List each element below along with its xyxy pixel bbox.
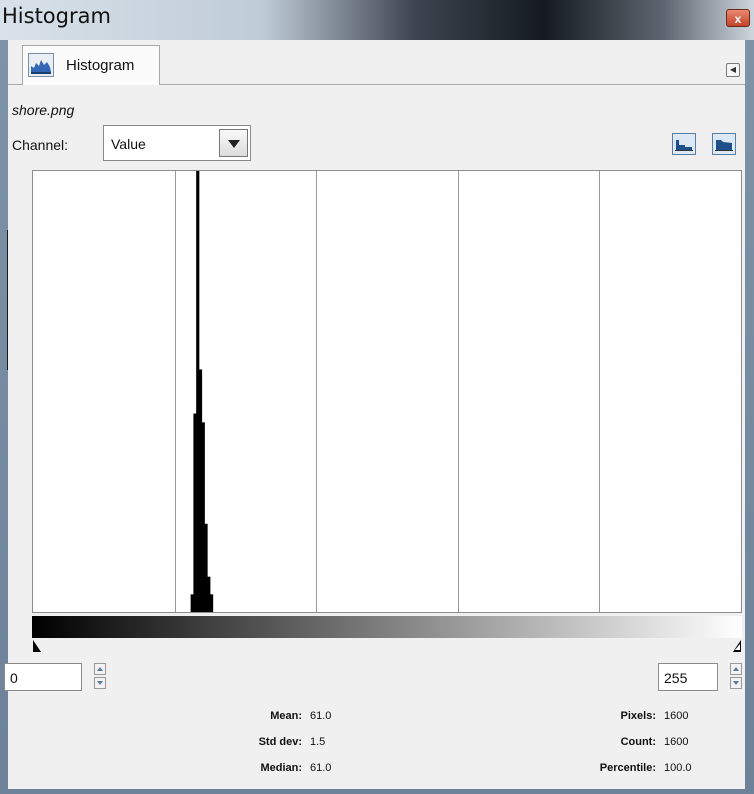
range-low-input[interactable]: 0 [4, 663, 82, 691]
image-name: shore.png [12, 102, 75, 118]
range-low-stepper[interactable] [94, 663, 108, 691]
decrement-icon[interactable] [730, 677, 742, 689]
median-label: Median: [260, 762, 302, 774]
logarithmic-histogram-button[interactable] [712, 133, 736, 155]
window-title: Histogram [2, 4, 111, 28]
range-high-stepper[interactable] [730, 663, 744, 691]
logarithmic-histogram-icon [715, 140, 733, 151]
close-icon: x [734, 12, 742, 26]
dialog-body: Histogram ◀ shore.png Channel: Value 0 2… [4, 40, 745, 789]
range-high-value: 255 [664, 670, 688, 686]
decrement-icon[interactable] [94, 677, 106, 689]
title-bar[interactable]: Histogram x [0, 0, 754, 40]
histogram-bar [210, 594, 214, 612]
histogram-chart [175, 171, 600, 612]
histogram-bar [198, 369, 203, 612]
histogram-window: Histogram x Histogram ◀ shore.png Channe… [0, 0, 754, 794]
linear-histogram-icon [675, 140, 693, 151]
increment-icon[interactable] [94, 663, 106, 675]
tab-histogram[interactable]: Histogram [22, 45, 160, 85]
low-range-slider-handle[interactable] [33, 640, 41, 652]
pixels-label: Pixels: [620, 710, 656, 722]
value-gradient-bar [32, 616, 742, 638]
tab-menu-button[interactable]: ◀ [726, 63, 740, 77]
range-high-input[interactable]: 255 [658, 663, 718, 691]
triangle-left-icon: ◀ [729, 65, 737, 74]
range-low-value: 0 [10, 670, 18, 686]
tab-gap [23, 84, 159, 85]
close-button[interactable]: x [726, 9, 750, 27]
linear-histogram-button[interactable] [672, 133, 696, 155]
histogram-bar [193, 413, 197, 612]
count-label: Count: [620, 736, 656, 748]
mean-value: 61.0 [310, 710, 332, 722]
channel-label: Channel: [12, 137, 69, 153]
histogram-icon [28, 53, 54, 77]
pixels-value: 1600 [664, 710, 689, 722]
channel-select[interactable]: Value [103, 125, 251, 161]
count-value: 1600 [664, 736, 689, 748]
percentile-value: 100.0 [664, 762, 692, 774]
std-dev-label: Std dev: [258, 736, 302, 748]
histogram-bar [204, 523, 208, 612]
histogram-bar [207, 576, 211, 612]
histogram-bar [196, 171, 200, 612]
histogram-bar [190, 594, 194, 612]
channel-value: Value [111, 136, 146, 152]
tab-label: Histogram [66, 57, 135, 74]
histogram-bar [201, 422, 205, 612]
increment-icon[interactable] [730, 663, 742, 675]
chevron-down-icon[interactable] [219, 129, 248, 157]
mean-label: Mean: [270, 710, 302, 722]
histogram-plot[interactable] [32, 170, 742, 613]
percentile-label: Percentile: [599, 762, 656, 774]
median-value: 61.0 [310, 762, 332, 774]
std-dev-value: 1.5 [310, 736, 326, 748]
